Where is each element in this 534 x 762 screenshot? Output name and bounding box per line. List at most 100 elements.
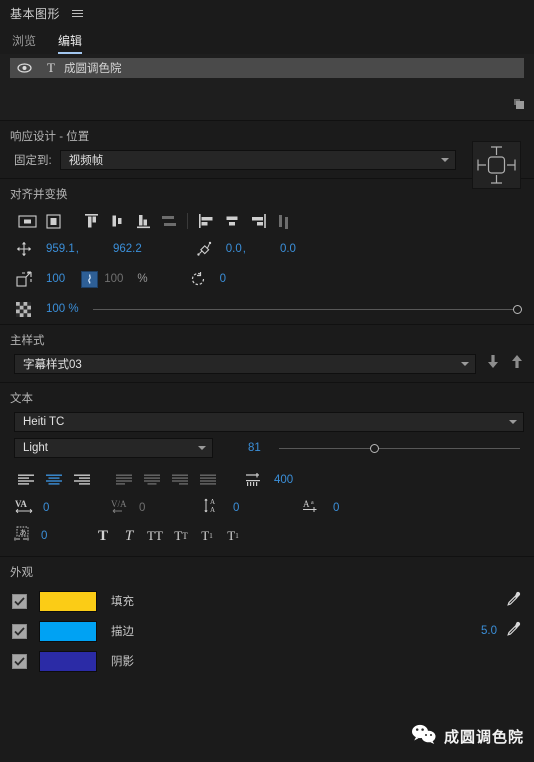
fill-eyedropper-icon[interactable] xyxy=(507,591,522,611)
tab-browse[interactable]: 浏览 xyxy=(12,32,36,54)
text-metrics-row-1: VA 0 V/A 0 A A 0 A a 0 xyxy=(0,494,534,522)
indent-value[interactable]: 0 xyxy=(41,530,47,542)
tracking-value[interactable]: 0 xyxy=(43,502,49,514)
font-family-select[interactable]: Heiti TC xyxy=(14,412,524,432)
align-bottom-icon[interactable] xyxy=(130,210,156,232)
wechat-icon xyxy=(411,723,437,750)
pin-box-widget[interactable] xyxy=(472,141,521,189)
stroke-checkbox[interactable] xyxy=(12,623,27,639)
page-title: 基本图形 xyxy=(10,6,61,21)
leading-value[interactable]: 400 xyxy=(274,474,293,486)
svg-text:a: a xyxy=(311,500,314,506)
pin-to-value: 视频帧 xyxy=(68,155,104,167)
bold-icon[interactable]: T xyxy=(90,525,116,547)
link-scale-toggle[interactable] xyxy=(81,270,99,288)
layer-row[interactable]: T 成圆调色院 xyxy=(10,58,524,78)
justify-last-right-icon[interactable] xyxy=(166,469,194,491)
section-title-responsive: 响应设计 - 位置 xyxy=(10,131,90,143)
stroke-eyedropper-icon[interactable] xyxy=(507,621,522,641)
pull-from-style-icon[interactable] xyxy=(510,354,524,374)
align-text-right-icon[interactable] xyxy=(68,469,96,491)
justify-all-icon[interactable] xyxy=(194,469,222,491)
font-size-slider[interactable] xyxy=(278,443,520,453)
watermark-text: 成圆调色院 xyxy=(443,729,524,746)
indent-metric: あ 0 xyxy=(14,526,80,547)
fill-color-swatch[interactable] xyxy=(39,590,97,612)
chevron-down-icon xyxy=(198,446,206,450)
align-transform-section: 对齐并变换 959.1 , 962.2 0.0 , 0.0 100 100 % … xyxy=(0,179,534,324)
panel-header: 基本图形 xyxy=(0,0,534,26)
scale-x-value[interactable]: 100 xyxy=(46,273,65,285)
align-left-icon[interactable] xyxy=(193,210,219,232)
pin-to-select[interactable]: 视频帧 xyxy=(59,150,456,170)
baseline-shift-value[interactable]: 0 xyxy=(333,502,339,514)
tracking-icon: VA xyxy=(14,498,36,519)
scale-icon xyxy=(16,271,46,287)
svg-text:V/A: V/A xyxy=(111,499,127,509)
font-style-size-row: Light 81 xyxy=(0,438,534,466)
align-right-icon[interactable] xyxy=(245,210,271,232)
scale-y-value[interactable]: 100 xyxy=(104,273,123,285)
section-title-text: 文本 xyxy=(10,393,33,405)
appearance-row-shadow: 阴影 xyxy=(0,646,534,676)
opacity-slider-handle[interactable] xyxy=(513,304,522,314)
opacity-value[interactable]: 100 % xyxy=(46,303,79,315)
kerning-value[interactable]: 0 xyxy=(139,502,145,514)
stroke-controls: 5.0 xyxy=(481,621,534,641)
chevron-down-icon xyxy=(440,158,449,162)
text-align-row: 400 xyxy=(0,466,534,494)
font-size-slider-handle[interactable] xyxy=(370,443,380,453)
position-y-value[interactable]: 962.2 xyxy=(113,243,142,255)
font-style-select[interactable]: Light xyxy=(14,438,213,458)
comma-separator: , xyxy=(242,243,246,255)
all-caps-icon[interactable]: TT xyxy=(142,525,168,547)
svg-text:A: A xyxy=(303,499,310,509)
small-caps-icon[interactable]: TT xyxy=(168,525,194,547)
align-text-center-icon[interactable] xyxy=(40,469,68,491)
eye-icon[interactable] xyxy=(10,63,38,73)
fill-checkbox[interactable] xyxy=(12,593,27,609)
master-style-select[interactable]: 字幕样式03 xyxy=(14,354,476,374)
justify-last-center-icon[interactable] xyxy=(138,469,166,491)
distribute-horizontal-icon[interactable] xyxy=(271,210,297,232)
stroke-color-swatch[interactable] xyxy=(39,620,97,642)
align-vertical-center-icon[interactable] xyxy=(104,210,130,232)
layer-list: T 成圆调色院 xyxy=(0,54,534,120)
align-horizontal-center-icon[interactable] xyxy=(219,210,245,232)
text-metrics-row-2: あ 0 T T TT TT T1 T1 xyxy=(0,522,534,550)
subscript-icon[interactable]: T1 xyxy=(220,525,246,547)
align-vertical-center-in-frame-icon[interactable] xyxy=(40,210,66,232)
position-icon xyxy=(16,241,46,257)
divider xyxy=(187,213,188,229)
hamburger-menu-icon[interactable] xyxy=(70,7,85,20)
align-text-left-icon[interactable] xyxy=(12,469,40,491)
opacity-slider[interactable] xyxy=(92,304,522,314)
kerning-icon: V/A xyxy=(110,498,132,519)
position-x-value[interactable]: 959.1 xyxy=(46,243,75,255)
line-spacing-value[interactable]: 0 xyxy=(233,502,239,514)
shadow-checkbox[interactable] xyxy=(12,653,27,669)
font-style-value: Light xyxy=(23,442,48,454)
distribute-vertical-icon[interactable] xyxy=(156,210,182,232)
scale-rotation-row: 100 100 % 0 xyxy=(0,264,534,294)
master-style-section: 主样式 字幕样式03 xyxy=(0,325,534,382)
align-buttons-row xyxy=(0,208,534,234)
stroke-width-value[interactable]: 5.0 xyxy=(481,625,497,637)
line-spacing-metric: A A 0 xyxy=(204,497,302,519)
anchor-x-value[interactable]: 0.0 xyxy=(226,243,242,255)
align-horizontal-center-in-frame-icon[interactable] xyxy=(14,210,40,232)
shadow-color-swatch[interactable] xyxy=(39,650,97,672)
italic-icon[interactable]: T xyxy=(116,525,142,547)
pin-to-label: 固定到: xyxy=(14,155,52,167)
align-top-icon[interactable] xyxy=(78,210,104,232)
font-size-value[interactable]: 81 xyxy=(248,442,261,454)
new-layer-icon[interactable] xyxy=(512,97,526,116)
tab-edit[interactable]: 编辑 xyxy=(58,32,83,54)
push-to-style-icon[interactable] xyxy=(486,354,500,374)
chevron-down-icon xyxy=(461,362,469,366)
anchor-y-value[interactable]: 0.0 xyxy=(280,243,296,255)
justify-last-left-icon[interactable] xyxy=(110,469,138,491)
rotation-value[interactable]: 0 xyxy=(220,273,226,285)
text-section: 文本 Heiti TC Light 81 400 VA 0 V/A 0 A A … xyxy=(0,383,534,556)
superscript-icon[interactable]: T1 xyxy=(194,525,220,547)
